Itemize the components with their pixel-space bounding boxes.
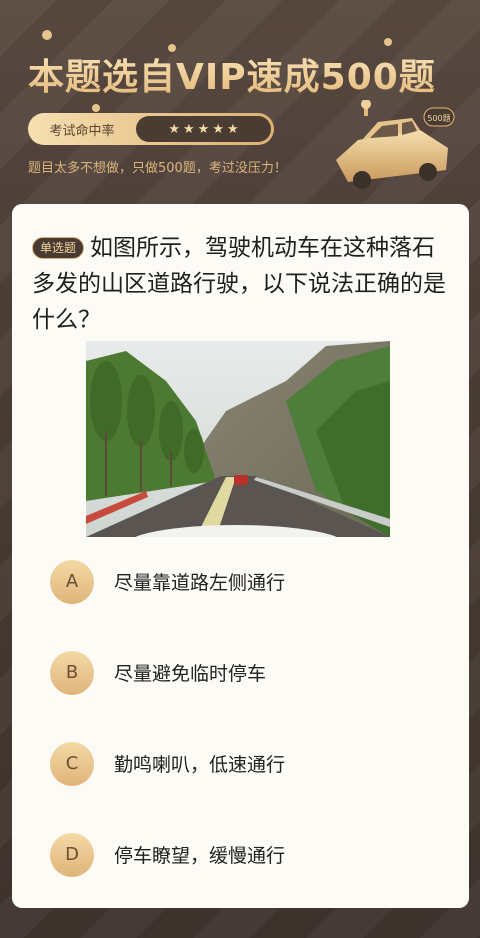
option-b[interactable]: B 尽量避免临时停车 <box>50 627 450 718</box>
promo-title: 本题选自VIP速成500题 <box>28 48 436 100</box>
star-icon: ★ <box>212 121 224 137</box>
question-text: 如图所示，驾驶机动车在这种落石多发的山区道路行驶，以下说法正确的是什么？ <box>32 235 446 333</box>
star-icon: ★ <box>168 121 181 137</box>
star-icon: ★ <box>183 121 195 137</box>
hit-rate-bar: 考试命中率 ★ ★ ★ ★ ★ <box>28 113 274 145</box>
star-icon: ★ <box>226 121 239 137</box>
option-letter: B <box>50 650 94 695</box>
option-c[interactable]: C 勤鸣喇叭，低速通行 <box>50 718 450 809</box>
car-badge-text: 500题 <box>427 114 450 123</box>
option-text: 停车瞭望，缓慢通行 <box>114 845 286 867</box>
decor-dot <box>42 30 52 40</box>
question-card: 单选题如图所示，驾驶机动车在这种落石多发的山区道路行驶，以下说法正确的是什么？ <box>12 204 469 908</box>
option-a[interactable]: A 尽量靠道路左侧通行 <box>50 536 450 627</box>
option-text: 尽量避免临时停车 <box>114 663 267 685</box>
star-icon: ★ <box>197 121 210 137</box>
option-letter: C <box>50 741 94 786</box>
option-text: 勤鸣喇叭，低速通行 <box>114 754 286 776</box>
option-d[interactable]: D 停车瞭望，缓慢通行 <box>50 809 450 900</box>
question-image <box>86 341 390 537</box>
options-list: A 尽量靠道路左侧通行 B 尽量避免临时停车 C 勤鸣喇叭，低速通行 D 停车瞭… <box>50 536 450 900</box>
decor-dot <box>384 38 392 46</box>
decor-dot <box>92 104 100 112</box>
hit-rate-stars: ★ ★ ★ ★ ★ <box>136 116 271 142</box>
hit-rate-label: 考试命中率 <box>49 123 115 139</box>
option-letter: A <box>50 559 94 604</box>
question-type-tag: 单选题 <box>32 237 85 259</box>
promo-header: 本题选自VIP速成500题 考试命中率 ★ ★ ★ ★ ★ 题目太多不想做，只做… <box>0 0 480 205</box>
promo-subtitle: 题目太多不想做，只做500题，考过没压力！ <box>28 161 287 176</box>
mountain-road-photo <box>86 341 390 537</box>
option-letter: D <box>50 832 94 877</box>
option-text: 尽量靠道路左侧通行 <box>114 572 286 594</box>
question-text-block: 单选题 如图所示，驾驶机动车在这种落石多发的山区道路行驶，以下说法正确的是什么？ <box>32 230 452 338</box>
car-icon: 500题 <box>336 100 455 189</box>
